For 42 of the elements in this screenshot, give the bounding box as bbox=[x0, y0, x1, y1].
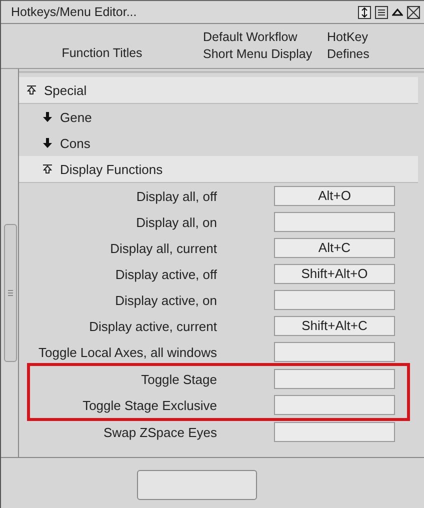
hotkey-field[interactable] bbox=[274, 369, 395, 389]
hotkey-field[interactable] bbox=[274, 342, 395, 362]
menu-icon[interactable] bbox=[375, 6, 388, 18]
hotkey-field[interactable] bbox=[274, 212, 395, 232]
hotkey-field[interactable] bbox=[274, 290, 395, 310]
function-title: Display active, current bbox=[88, 318, 217, 334]
scrollbar-thumb[interactable] bbox=[4, 224, 17, 362]
column-header: Default Workflow Short Menu Display bbox=[203, 29, 314, 63]
function-title: Swap ZSpace Eyes bbox=[102, 424, 217, 440]
collapse-icon[interactable] bbox=[43, 164, 52, 174]
column-header: Function Titles bbox=[60, 45, 144, 62]
category-label: Display Functions bbox=[60, 162, 163, 176]
down-arrow-icon[interactable] bbox=[43, 138, 52, 148]
category-row[interactable]: Gene bbox=[19, 104, 418, 130]
function-title: Display all, off bbox=[135, 188, 217, 204]
category-row[interactable]: Display Functions bbox=[19, 156, 418, 183]
hotkey-field[interactable]: Shift+Alt+C bbox=[274, 316, 395, 336]
column-header: HotKey Defines bbox=[327, 29, 370, 63]
category-label: Gene bbox=[60, 110, 92, 124]
hotkey-field[interactable] bbox=[274, 395, 395, 415]
function-title: Toggle Stage Exclusive bbox=[82, 398, 217, 412]
hotkey-field[interactable] bbox=[274, 422, 395, 442]
category-row[interactable]: Special bbox=[19, 77, 418, 104]
down-arrow-icon[interactable] bbox=[43, 112, 52, 122]
dialog-button[interactable] bbox=[137, 470, 257, 500]
minimize-icon[interactable] bbox=[392, 8, 403, 16]
close-icon[interactable] bbox=[407, 6, 420, 18]
function-title: Display all, on bbox=[135, 214, 217, 230]
function-title: Toggle Stage bbox=[140, 372, 217, 386]
hotkey-field[interactable]: Alt+C bbox=[274, 238, 395, 258]
category-label: Special bbox=[44, 82, 87, 98]
category-row[interactable]: Cons bbox=[19, 130, 418, 156]
hotkey-field[interactable]: Alt+O bbox=[274, 186, 395, 206]
function-title: Display active, off bbox=[114, 266, 217, 282]
collapse-icon[interactable] bbox=[27, 85, 36, 95]
resize-icon[interactable] bbox=[358, 6, 371, 18]
window-title: Hotkeys/Menu Editor... bbox=[11, 5, 137, 19]
function-title: Toggle Local Axes, all windows bbox=[38, 344, 217, 360]
function-title: Display active, on bbox=[114, 292, 217, 308]
hotkey-field[interactable]: Shift+Alt+O bbox=[274, 264, 395, 284]
function-title: Display all, current bbox=[109, 240, 217, 256]
category-label: Cons bbox=[60, 136, 90, 150]
